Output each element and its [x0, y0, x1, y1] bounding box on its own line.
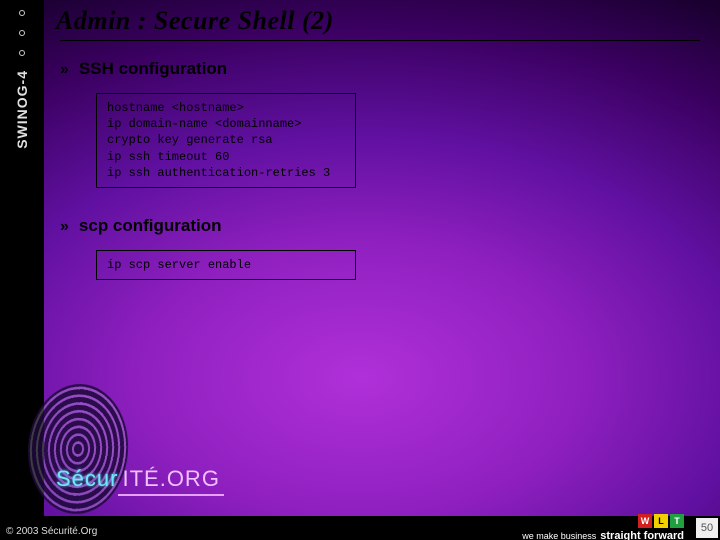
code-ssh: hostname <hostname> ip domain-name <doma…	[96, 93, 356, 188]
page-number: 50	[696, 518, 718, 538]
rail-dots	[19, 10, 25, 56]
bullet-label-scp: scp configuration	[79, 216, 222, 236]
footer-right: W L T we make business straight forward	[522, 514, 684, 540]
rail-dot	[19, 50, 25, 56]
rail-dot	[19, 30, 25, 36]
title-rule	[60, 40, 700, 41]
bullet-label-ssh: SSH configuration	[79, 59, 227, 79]
footer-copyright: © 2003 Sécurité.Org	[6, 526, 97, 537]
fingerprint-icon	[24, 381, 133, 518]
content: Admin : Secure Shell (2) » SSH configura…	[56, 6, 708, 280]
footer-strip: © 2003 Sécurité.Org W L T we make busine…	[0, 516, 720, 540]
badge-t: T	[670, 514, 684, 528]
rail-dot	[19, 10, 25, 16]
badge-w: W	[638, 514, 652, 528]
securite-logo: SécurITÉ.ORG	[56, 466, 224, 496]
bullet-scp: » scp configuration	[60, 216, 708, 238]
slide: SWINOG-4 Admin : Secure Shell (2) » SSH …	[0, 0, 720, 540]
footer-tag2: straight forward	[600, 530, 684, 540]
badge-l: L	[654, 514, 668, 528]
slide-title: Admin : Secure Shell (2)	[56, 6, 708, 36]
footer-tag1: we make business	[522, 531, 596, 540]
code-scp: ip scp server enable	[96, 250, 356, 280]
bullet-ssh: » SSH configuration	[60, 59, 708, 81]
wlt-badges: W L T	[638, 514, 684, 528]
logo-prefix: Sécur	[56, 466, 118, 491]
logo-suffix: ITÉ.ORG	[118, 466, 223, 496]
rail-label: SWINOG-4	[14, 70, 30, 149]
chevron-icon: »	[60, 216, 69, 238]
chevron-icon: »	[60, 59, 69, 81]
footer-tagline: we make business straight forward	[522, 530, 684, 540]
